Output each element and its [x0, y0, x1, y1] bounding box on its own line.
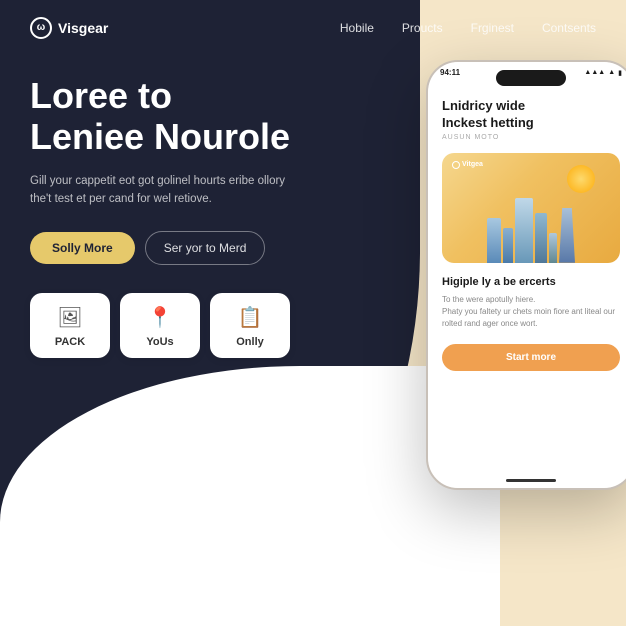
onlly-label: Onlly [236, 336, 264, 348]
phone-time: 94:11 [440, 68, 460, 77]
logo-text: Visgear [58, 20, 108, 36]
hero-title: Loree to Leniee Nourole [30, 75, 370, 158]
pack-icon: 🖼 [57, 305, 82, 330]
phone-outer: 94:11 ▲▲▲ ▲ ▮ Lnidricy wide Inckest hett… [426, 60, 626, 490]
nav-item-proucts[interactable]: Proucts [402, 19, 443, 37]
nav-links: Hobile Proucts Frginest Contsents [340, 19, 596, 37]
logo-icon: ω [30, 17, 52, 39]
primary-button[interactable]: Solly More [30, 232, 135, 264]
phone-card-image: Vitgea [442, 153, 620, 263]
navbar: ω Visgear Hobile Proucts Frginest Contse… [0, 0, 626, 55]
phone-screen: 94:11 ▲▲▲ ▲ ▮ Lnidricy wide Inckest hett… [428, 62, 626, 488]
page-wrapper: ω Visgear Hobile Proucts Frginest Contse… [0, 0, 626, 626]
crystal-2 [503, 228, 513, 263]
signal-icon: ▲▲▲ [584, 69, 605, 76]
wifi-icon: ▲ [608, 69, 615, 76]
nav-item-contsents[interactable]: Contsents [542, 19, 596, 37]
hero-content: Loree to Leniee Nourole Gill your cappet… [30, 75, 370, 358]
nav-item-hobile[interactable]: Hobile [340, 19, 374, 37]
crystal-3 [515, 198, 533, 263]
logo-small-icon [452, 161, 460, 169]
phone-home-bar [506, 479, 556, 482]
crystal-4 [535, 213, 547, 263]
nav-item-frginest[interactable]: Frginest [471, 19, 514, 37]
phone-app-subtitle: AUSUN MOTO [442, 134, 620, 141]
phone-mockup: 94:11 ▲▲▲ ▲ ▮ Lnidricy wide Inckest hett… [426, 60, 626, 490]
phone-status-bar: 94:11 ▲▲▲ ▲ ▮ [440, 68, 622, 77]
phone-app-title: Lnidricy wide Inckest hetting [442, 98, 620, 132]
phone-card-desc: To the were apotully hiere. Phaty you fa… [442, 294, 620, 330]
crystal-scene [442, 178, 620, 263]
feature-card-onlly[interactable]: 📋 Onlly [210, 293, 290, 358]
feature-cards: 🖼 PACK 📍 YoUs 📋 Onlly [30, 293, 370, 358]
buttons-row: Solly More Ser yor to Merd [30, 231, 370, 265]
yous-label: YoUs [146, 336, 173, 348]
onlly-icon: 📋 [238, 305, 263, 330]
pack-label: PACK [55, 336, 85, 348]
feature-card-pack[interactable]: 🖼 PACK [30, 293, 110, 358]
yous-icon: 📍 [148, 305, 173, 330]
feature-card-yous[interactable]: 📍 YoUs [120, 293, 200, 358]
crystal-6 [559, 208, 575, 263]
phone-logo-small: Vitgea [452, 161, 483, 169]
crystal-5 [549, 233, 557, 263]
hero-subtitle: Gill your cappetit eot got golinel hourt… [30, 172, 290, 209]
logo: ω Visgear [30, 17, 108, 39]
phone-card-title: Higiple ly a be ercerts [442, 275, 620, 289]
outline-button[interactable]: Ser yor to Merd [145, 231, 266, 265]
crystal-1 [487, 218, 501, 263]
phone-start-button[interactable]: Start more [442, 344, 620, 371]
battery-icon: ▮ [618, 69, 622, 77]
phone-status-icons: ▲▲▲ ▲ ▮ [584, 69, 622, 77]
